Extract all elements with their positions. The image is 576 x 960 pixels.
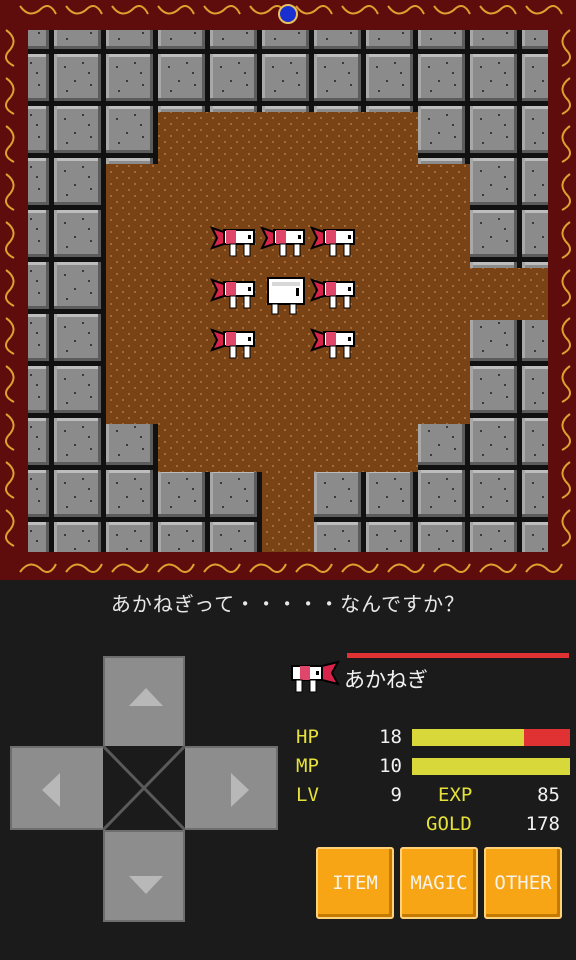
map-gem-icon [278, 4, 298, 24]
exp-label: EXP [438, 784, 473, 806]
arrow-down-icon [129, 876, 163, 894]
item-button[interactable]: ITEM [316, 847, 394, 919]
gold-label: GOLD [426, 813, 472, 835]
magic-button[interactable]: MAGIC [400, 847, 478, 919]
hp-value: 18 [379, 726, 402, 748]
dpad-left-button[interactable] [10, 746, 105, 830]
enemy-hp-bar [347, 653, 569, 658]
arrow-left-icon [42, 773, 60, 807]
mp-label: MP [296, 755, 319, 777]
other-button[interactable]: OTHER [484, 847, 562, 919]
dpad-up-button[interactable] [103, 656, 185, 748]
mp-bar-fill [412, 758, 570, 775]
hp-label: HP [296, 726, 319, 748]
arrow-right-icon [231, 773, 249, 807]
lv-value: 9 [390, 784, 402, 806]
dungeon-map-canvas [0, 0, 576, 580]
dpad-down-button[interactable] [103, 830, 185, 922]
lv-label: LV [296, 784, 319, 806]
enemy-portrait-icon [291, 660, 340, 693]
enemy-name: あかねぎ [344, 668, 428, 692]
hp-bar-fill [412, 729, 524, 746]
mp-value: 10 [379, 755, 402, 777]
dialog-message: あかねぎって・・・・・なんですか？ [110, 592, 466, 616]
dpad-right-button[interactable] [183, 746, 278, 830]
dungeon-map [0, 0, 576, 580]
gold-value: 178 [525, 813, 560, 835]
dpad-center [103, 746, 185, 830]
exp-value: 85 [537, 784, 560, 806]
arrow-up-icon [129, 688, 163, 706]
